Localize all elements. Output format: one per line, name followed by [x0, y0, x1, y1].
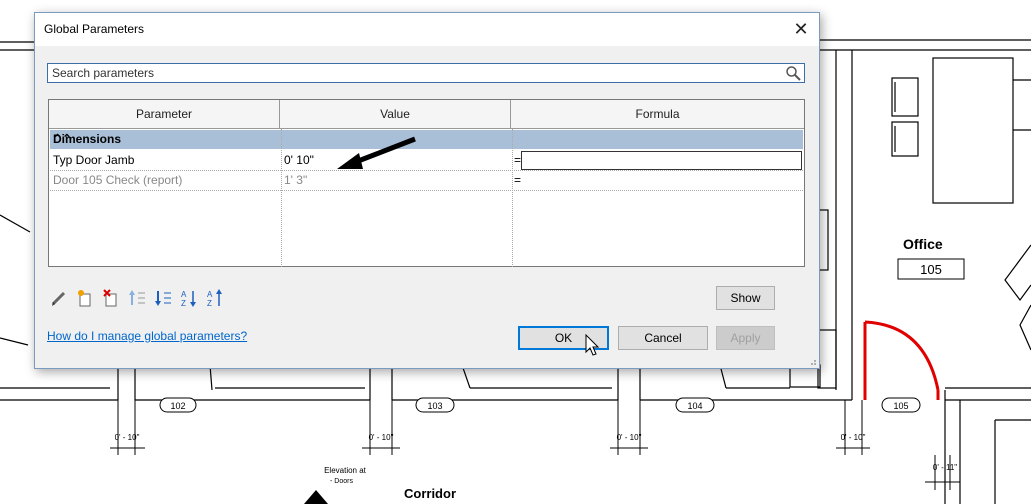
delete-parameter-icon[interactable] [101, 288, 121, 308]
sort-ascending-icon[interactable]: A Z [179, 288, 199, 308]
elevation-label: Elevation at [324, 466, 367, 475]
table-row[interactable]: Typ Door Jamb 0' 10" = [50, 151, 803, 171]
elevation-label-2: - Doors [330, 478, 353, 485]
corridor-label: Corridor [404, 486, 456, 501]
svg-text:A: A [207, 290, 213, 299]
annotation-arrow-icon [337, 136, 416, 169]
apply-button[interactable]: Apply [716, 326, 775, 350]
global-parameters-dialog: Global Parameters ✕ Search parameters Pa… [34, 12, 820, 369]
parameters-grid: Parameter Value Formula Dimensions ⌃⌃ Ty… [48, 99, 805, 267]
edit-icon[interactable] [49, 288, 69, 308]
param-name: Typ Door Jamb [53, 153, 135, 167]
collapse-icon[interactable]: ⌃⌃ [53, 132, 797, 145]
table-row[interactable]: Door 105 Check (report) 1' 3" = [50, 171, 803, 191]
dimension-label: 0' - 10" [841, 433, 866, 442]
column-divider [512, 129, 513, 267]
help-link[interactable]: How do I manage global parameters? [47, 329, 247, 343]
dialog-title: Global Parameters [44, 22, 145, 36]
param-value: 1' 3" [284, 173, 308, 187]
dimension-label: 0' - 10" [617, 433, 642, 442]
cancel-button[interactable]: Cancel [618, 326, 708, 350]
show-button[interactable]: Show [716, 286, 775, 310]
door-tag: 102 [170, 401, 185, 411]
dialog-titlebar[interactable]: Global Parameters ✕ [35, 13, 819, 46]
room-name: Office [903, 236, 943, 252]
group-dimensions[interactable]: Dimensions ⌃⌃ [50, 130, 803, 149]
move-down-icon[interactable] [153, 288, 173, 308]
column-divider [281, 129, 282, 267]
grid-header: Parameter Value Formula [49, 100, 804, 129]
move-up-icon[interactable] [127, 288, 147, 308]
svg-text:A: A [181, 290, 187, 299]
elevation-marker-icon [304, 490, 328, 504]
door-tag: 103 [427, 401, 442, 411]
param-name: Door 105 Check (report) [53, 173, 183, 187]
door-tag: 104 [687, 401, 702, 411]
resize-grip-icon[interactable] [807, 356, 817, 366]
formula-input[interactable] [521, 151, 802, 170]
column-header-formula[interactable]: Formula [511, 100, 804, 128]
dimension-label: 0' - 10" [115, 433, 140, 442]
room-number: 105 [920, 262, 942, 277]
formula-equals: = [514, 173, 522, 187]
column-header-value[interactable]: Value [280, 100, 511, 128]
search-icon[interactable] [785, 65, 801, 81]
dimension-label: 0' - 10" [369, 433, 394, 442]
door-tag: 105 [893, 401, 908, 411]
search-input[interactable]: Search parameters [47, 63, 805, 83]
column-header-parameter[interactable]: Parameter [49, 100, 280, 128]
svg-text:Z: Z [181, 299, 186, 308]
svg-text:Z: Z [207, 299, 212, 308]
close-icon[interactable]: ✕ [789, 17, 813, 41]
dimension-label: 0' - 11" [933, 463, 957, 472]
sort-descending-icon[interactable]: A Z [205, 288, 225, 308]
mouse-cursor-icon [585, 334, 600, 356]
search-placeholder: Search parameters [52, 66, 155, 80]
new-parameter-icon[interactable] [75, 288, 95, 308]
